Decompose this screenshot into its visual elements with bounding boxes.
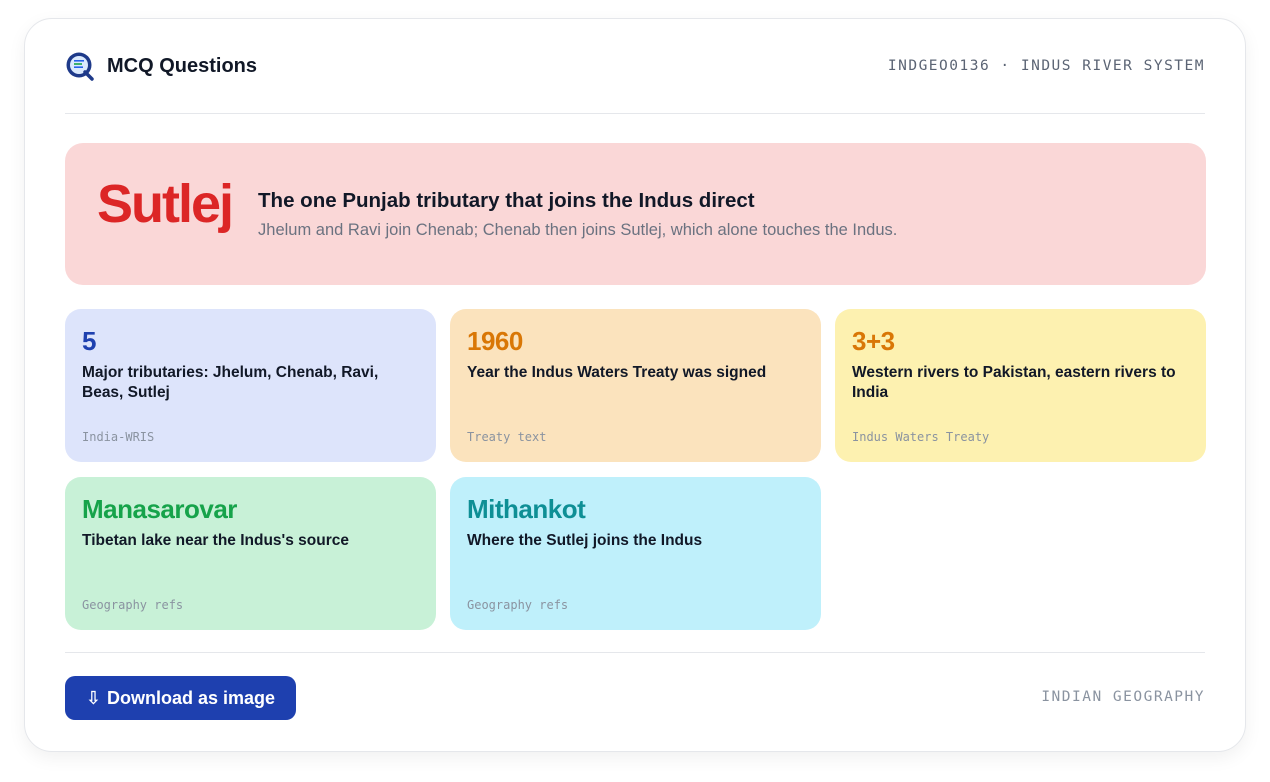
fact-source: Geography refs [82,598,184,612]
fact-description: Western rivers to Pakistan, eastern rive… [852,364,1176,401]
fact-tile-river-split: 3+3 Western rivers to Pakistan, eastern … [835,309,1206,462]
answer-hero: Sutlej The one Punjab tributary that joi… [65,143,1206,285]
fact-source: Treaty text [467,430,547,444]
download-image-button[interactable]: ⇩ Download as image [65,676,296,720]
fact-source: India-WRIS [82,430,155,444]
answer-title: The one Punjab tributary that joins the … [258,188,755,212]
answer-text: The one Punjab tributary that joins the … [258,189,897,240]
fact-source: Geography refs [467,598,569,612]
card-header: MCQ Questions INDGEO0136 · INDUS RIVER S… [65,19,1205,114]
brand: MCQ Questions [65,51,257,81]
fact-value: Mithankot [467,494,586,524]
fact-description: Year the Indus Waters Treaty was signed [467,364,767,381]
fact-value: Manasarovar [82,494,237,524]
question-meta: INDGEO0136 · INDUS RIVER SYSTEM [887,58,1205,74]
footer-divider [65,652,1205,653]
fact-description: Major tributaries: Jhelum, Chenab, Ravi,… [82,364,379,401]
fact-description: Where the Sutlej joins the Indus [467,532,703,549]
fact-tile-tributaries: 5 Major tributaries: Jhelum, Chenab, Rav… [65,309,436,462]
fact-value: 5 [82,326,96,356]
fact-tile-source-lake: Manasarovar Tibetan lake near the Indus'… [65,477,436,630]
download-button-label: Download as image [107,687,276,708]
answer-word: Sutlej [97,174,234,234]
download-arrow-icon: ⇩ [85,687,102,708]
category-tag: INDIAN GEOGRAPHY [1041,689,1205,705]
brand-title: MCQ Questions [107,54,258,77]
answer-subtitle: Jhelum and Ravi join Chenab; Chenab then… [258,220,898,239]
fact-tile-treaty-year: 1960 Year the Indus Waters Treaty was si… [450,309,821,462]
fact-value: 1960 [467,326,523,356]
fact-value: 3+3 [852,326,895,356]
quiz-logo-icon [66,52,94,81]
fact-description: Tibetan lake near the Indus's source [82,532,349,549]
quiz-card: MCQ Questions INDGEO0136 · INDUS RIVER S… [24,18,1246,752]
fact-tile-confluence: Mithankot Where the Sutlej joins the Ind… [450,477,821,630]
fact-source: Indus Waters Treaty [852,430,990,444]
